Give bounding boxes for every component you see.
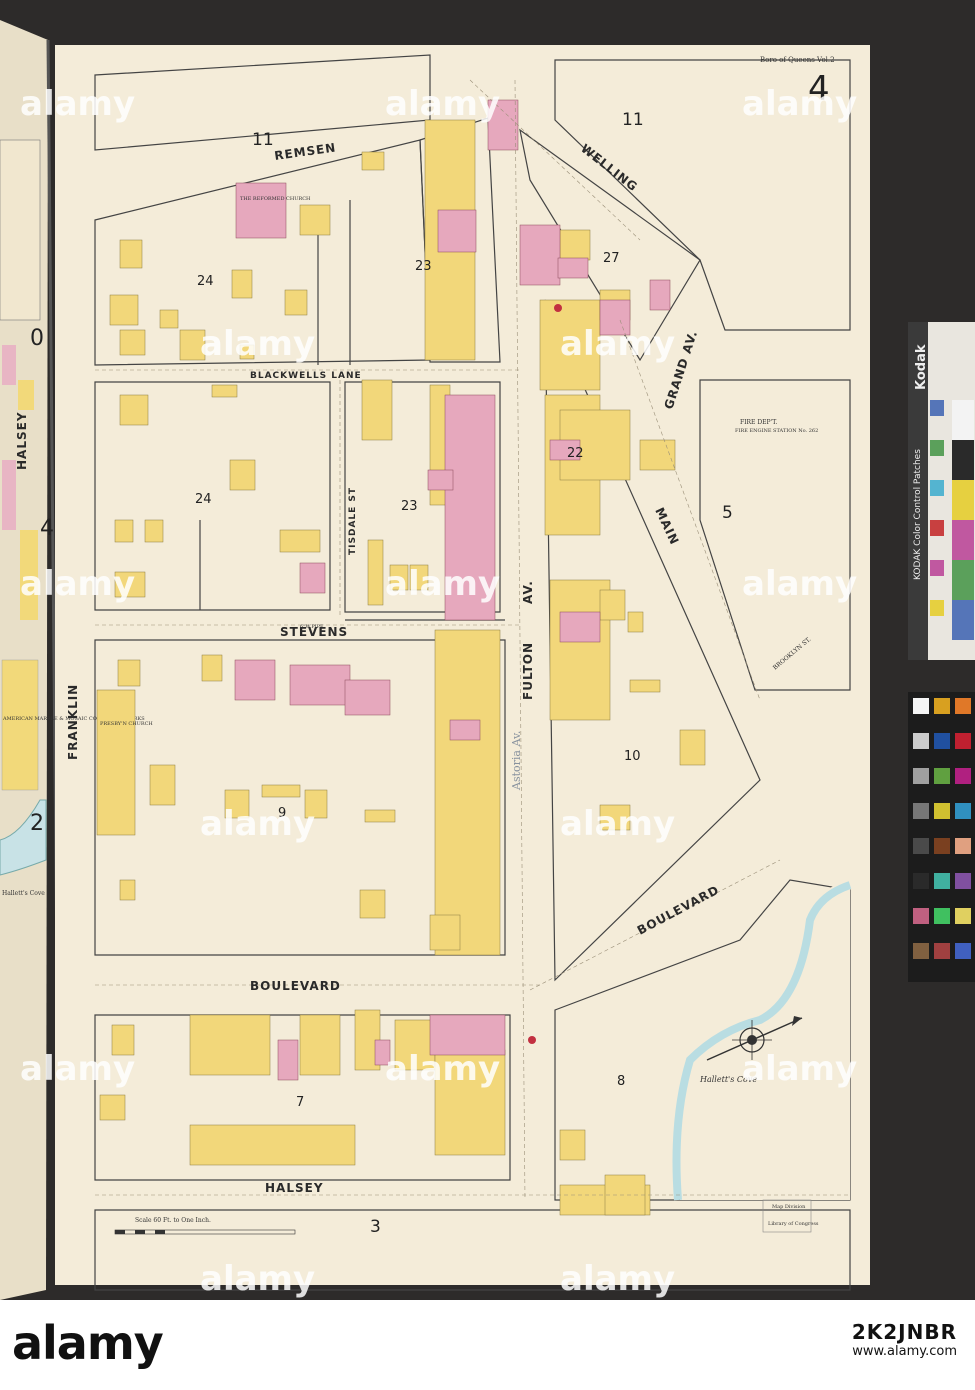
watermark: alamy xyxy=(20,84,135,124)
presbyn-church-label: PRESBY'N CHURCH xyxy=(100,721,153,727)
color-patch xyxy=(934,733,950,749)
map-division-label: Map Division xyxy=(772,1204,806,1210)
footer-info: 2K2JNBR www.alamy.com xyxy=(852,1320,957,1359)
block-23-mid: 23 xyxy=(401,499,418,514)
color-patch xyxy=(913,768,929,784)
street-tisdale-st: TISDALE ST xyxy=(348,487,358,555)
street-halsey-left: HALSEY xyxy=(15,411,29,470)
color-patch xyxy=(913,908,929,924)
block-22: 22 xyxy=(567,446,584,461)
watermark: alamy xyxy=(200,804,315,844)
block-0: 0 xyxy=(30,326,44,351)
watermark: alamy xyxy=(385,564,500,604)
color-patch xyxy=(955,873,971,889)
block-11-right: 11 xyxy=(622,110,644,130)
watermark: alamy xyxy=(742,84,857,124)
color-patch xyxy=(955,943,971,959)
color-patch xyxy=(955,838,971,854)
stock-footer-bar: alamy 2K2JNBR www.alamy.com xyxy=(0,1300,975,1390)
color-patch xyxy=(913,943,929,959)
street-blackwells-lane: BLACKWELLS LANE xyxy=(250,371,362,381)
color-patch xyxy=(934,838,950,854)
watermark: alamy xyxy=(560,804,675,844)
block-24-mid: 24 xyxy=(195,492,212,507)
color-patch xyxy=(955,733,971,749)
watermark: alamy xyxy=(385,84,500,124)
image-id: 2K2JNBR xyxy=(851,1320,957,1344)
scanned-map-image: HALSEY 0 4 2 AMERICAN MARBLE & MOSAIC CO… xyxy=(0,0,975,1300)
color-patch xyxy=(934,908,950,924)
fire-dept-label: FIRE DEP'T. xyxy=(740,419,777,426)
watermark: alamy xyxy=(20,1049,135,1089)
fire-station-label: FIRE ENGINE STATION No. 262 xyxy=(735,428,818,434)
street-fulton: FULTON xyxy=(521,642,535,700)
halletts-cove-left: Hallett's Cove xyxy=(2,890,45,897)
footer-url: www.alamy.com xyxy=(852,1344,957,1359)
pipe-label: 6"W.PIPE xyxy=(300,624,324,630)
watermark: alamy xyxy=(560,1259,675,1299)
block-5: 5 xyxy=(722,503,733,523)
reformed-church-label: THE REFORMED CHURCH xyxy=(240,196,311,202)
street-halsey-bottom: HALSEY xyxy=(265,1181,324,1195)
kodak-gray-scale xyxy=(908,692,975,982)
color-patch xyxy=(955,698,971,714)
alamy-logo: alamy xyxy=(12,1316,164,1370)
block-24-top: 24 xyxy=(197,274,214,289)
color-patch xyxy=(913,698,929,714)
street-av: AV. xyxy=(521,580,535,604)
color-patch xyxy=(913,838,929,854)
block-3: 3 xyxy=(370,1217,381,1237)
watermark: alamy xyxy=(20,564,135,604)
series-label: Boro of Queens Vol.2 xyxy=(760,56,835,64)
block-23-top: 23 xyxy=(415,259,432,274)
fire-insurance-map: HALSEY 0 4 2 AMERICAN MARBLE & MOSAIC CO… xyxy=(0,20,975,1300)
color-patch xyxy=(934,873,950,889)
color-patch xyxy=(955,908,971,924)
block-8: 8 xyxy=(617,1074,625,1089)
color-patch xyxy=(934,943,950,959)
color-patch xyxy=(913,873,929,889)
watermark: alamy xyxy=(560,324,675,364)
street-franklin: FRANKLIN xyxy=(66,684,80,760)
color-patch xyxy=(934,698,950,714)
block-11-left: 11 xyxy=(252,130,274,150)
color-patch xyxy=(913,733,929,749)
block-10: 10 xyxy=(624,749,641,764)
watermark: alamy xyxy=(742,1049,857,1089)
block-7: 7 xyxy=(296,1095,304,1110)
scale-label: Scale 60 Ft. to One Inch. xyxy=(135,1217,211,1224)
block-27: 27 xyxy=(603,251,620,266)
watermark: alamy xyxy=(385,1049,500,1089)
kodak-color-control-strip: KODAK Color Control Patches Kodak xyxy=(908,322,975,660)
color-patch xyxy=(934,768,950,784)
watermark: alamy xyxy=(200,324,315,364)
kodak-title: KODAK Color Control Patches xyxy=(913,449,923,580)
watermark: alamy xyxy=(200,1259,315,1299)
watermark: alamy xyxy=(742,564,857,604)
kodak-brand: Kodak xyxy=(914,344,929,390)
color-patch xyxy=(955,803,971,819)
color-patch xyxy=(934,803,950,819)
street-astoria-av: Astoria Av. xyxy=(510,731,523,791)
color-patch xyxy=(955,768,971,784)
block-2: 2 xyxy=(30,811,44,836)
color-patch xyxy=(913,803,929,819)
street-boulevard-bottom: BOULEVARD xyxy=(250,979,341,993)
block-4: 4 xyxy=(40,516,54,541)
